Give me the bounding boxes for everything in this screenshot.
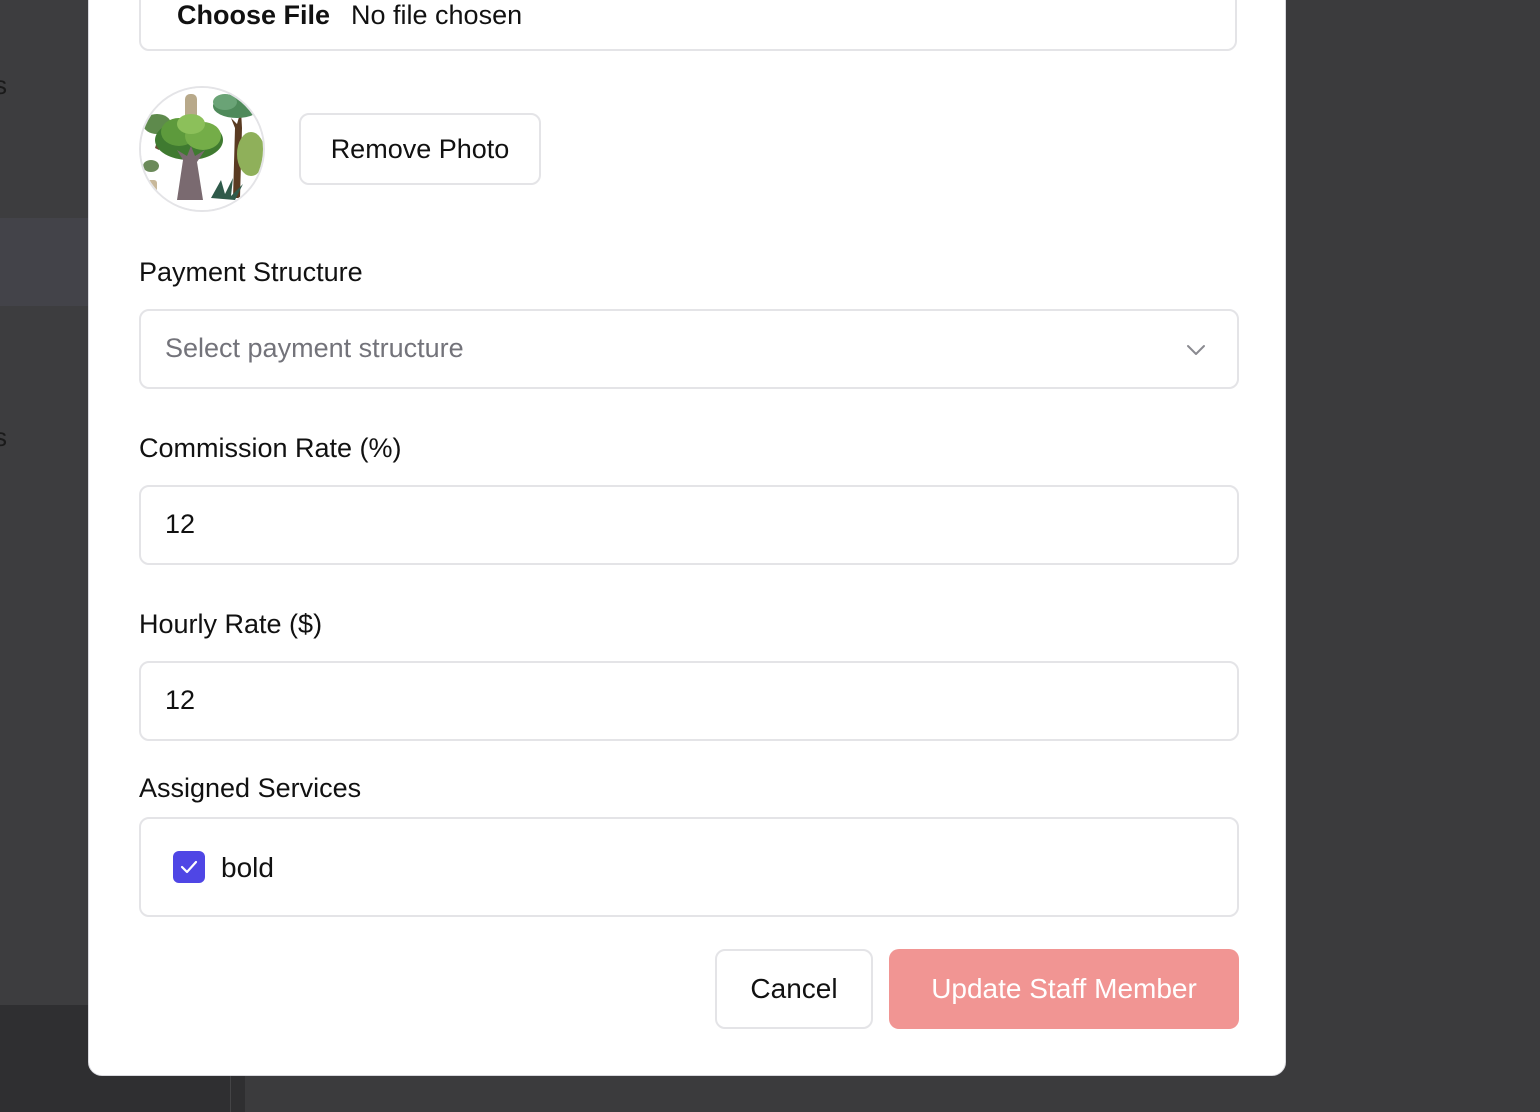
background-sidebar-text: s [0, 70, 7, 100]
hourly-rate-input[interactable]: 12 [139, 661, 1239, 741]
staff-photo-avatar [139, 86, 265, 212]
remove-photo-button[interactable]: Remove Photo [299, 113, 541, 185]
payment-structure-placeholder: Select payment structure [165, 333, 464, 363]
update-staff-member-button[interactable]: Update Staff Member [889, 949, 1239, 1029]
commission-rate-label: Commission Rate (%) [139, 433, 402, 463]
service-checkbox[interactable] [173, 851, 205, 883]
file-status-text: No file chosen [351, 0, 523, 30]
background-sidebar-text: s [0, 422, 7, 452]
cancel-button[interactable]: Cancel [715, 949, 873, 1029]
choose-file-button[interactable]: Choose File [177, 0, 330, 31]
edit-staff-modal: Choose File No file chosen Remove Photo … [88, 0, 1286, 1076]
service-label[interactable]: bold [221, 852, 274, 884]
commission-rate-input[interactable]: 12 [139, 485, 1239, 565]
hourly-rate-value: 12 [165, 685, 196, 715]
photo-file-input[interactable]: Choose File No file chosen [139, 0, 1237, 51]
hourly-rate-label: Hourly Rate ($) [139, 609, 323, 639]
assigned-services-label: Assigned Services [139, 773, 362, 803]
chevron-down-icon [1187, 345, 1205, 355]
commission-rate-value: 12 [165, 509, 196, 539]
tree-illustration-image [141, 88, 263, 210]
payment-structure-select[interactable]: Select payment structure [139, 309, 1239, 389]
check-icon [180, 860, 198, 874]
assigned-services-list: bold [139, 817, 1239, 917]
payment-structure-label: Payment Structure [139, 257, 363, 287]
